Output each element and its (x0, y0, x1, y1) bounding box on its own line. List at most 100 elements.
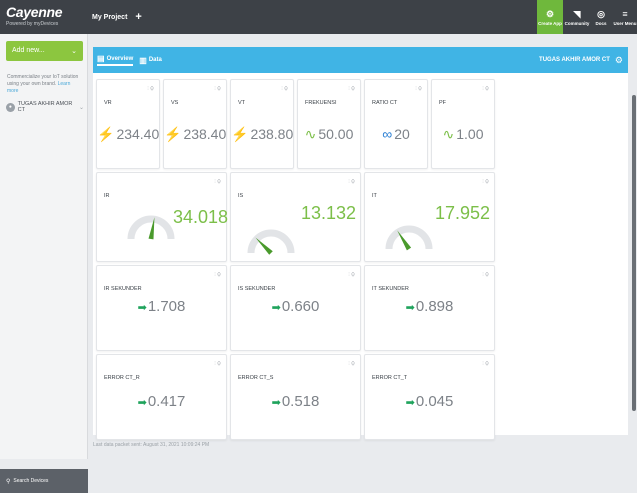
widget-tools[interactable]: ⫶ ⚙ (348, 272, 355, 278)
widget-is-sekunder[interactable]: ⫶ ⚙ IS SEKUNDER ➡0.660 (230, 265, 361, 351)
widget-tools[interactable]: ⫶ ⚙ (214, 361, 221, 367)
widget-error-ct-s[interactable]: ⫶ ⚙ ERROR CT_S ➡0.518 (230, 354, 361, 440)
widget-tools[interactable]: ⫶ ⚙ (348, 361, 355, 367)
widget-tools[interactable]: ⫶ ⚙ (214, 179, 221, 185)
widget-tools[interactable]: ⫶ ⚙ (214, 272, 221, 278)
widget-value: 238.80 (250, 126, 294, 142)
widget-label: IS SEKUNDER (238, 286, 276, 292)
widget-value-row: ➡0.518 (231, 393, 360, 410)
widget-pf[interactable]: ⫶ ⚙ PF ∿ 1.00 (431, 79, 495, 169)
widget-value: 0.417 (147, 393, 186, 410)
logo-name: Cayenne (6, 4, 63, 20)
gauge-needle (255, 237, 273, 255)
arrow-right-icon: ➡ (405, 397, 415, 409)
arrow-right-icon: ➡ (271, 397, 281, 409)
widget-label: VS (171, 100, 179, 106)
docs-button[interactable]: ◎ Docs (589, 0, 613, 34)
widget-ir-gauge[interactable]: ⫶ ⚙ IR 34.018 (96, 172, 228, 262)
top-right-menu: ⚙ Create App ◥ Community ◎ Docs ≡ User M… (537, 0, 637, 34)
arrow-right-icon: ➡ (405, 302, 415, 314)
widget-value-row: ⚡ 238.40 (164, 126, 226, 143)
device-name: TUGAS AKHIR AMOR CT (17, 101, 73, 113)
dashboard: ⫶ ⚙ VR ⚡ 234.40 ⫶ ⚙ VS ⚡ 238.40 ⫶ ⚙ VT ⚡ 23… (93, 73, 628, 440)
widget-label: IR (104, 193, 110, 199)
widget-label: IR SEKUNDER (104, 286, 142, 292)
gauge-needle (397, 230, 412, 251)
widget-value: 0.518 (281, 393, 320, 410)
widget-ratio-ct[interactable]: ⫶ ⚙ RATIO CT ∞ 20 (364, 79, 428, 169)
widget-value: 0.898 (415, 298, 454, 315)
top-bar: Cayenne Powered by myDevices My Project … (0, 0, 637, 34)
widget-it-sekunder[interactable]: ⫶ ⚙ IT SEKUNDER ➡0.898 (364, 265, 495, 351)
search-devices-bar[interactable]: ⚲ Search Devices (0, 469, 88, 493)
widget-tools[interactable]: ⫶ ⚙ (147, 86, 154, 92)
project-name[interactable]: My Project (92, 14, 127, 21)
gauge-value: 13.132 (301, 203, 357, 223)
widget-value-row: ∞ 20 (365, 126, 427, 142)
widget-tools[interactable]: ⫶ ⚙ (281, 86, 288, 92)
last-packet-status: Last data packet sent: August 31, 2021 1… (93, 442, 210, 448)
device-icon: ● (6, 102, 15, 112)
widget-error-ct-r[interactable]: ⫶ ⚙ ERROR CT_R ➡0.417 (96, 354, 227, 440)
widget-value-row: ➡1.708 (97, 298, 226, 315)
gauge-dial (385, 225, 433, 251)
sidebar: Add new... ⌄ Commercialize your IoT solu… (0, 34, 88, 493)
device-title: TUGAS AKHIR AMOR CT (539, 57, 610, 63)
widget-label: ERROR CT_R (104, 375, 140, 381)
tab-data[interactable]: ▥ Data (139, 56, 162, 65)
scrollbar[interactable] (632, 95, 636, 411)
widget-value: 1.708 (147, 298, 186, 315)
device-tab-bar: ▤ Overview ▥ Data TUGAS AKHIR AMOR CT ⚙ (93, 47, 628, 73)
add-new-button[interactable]: Add new... ⌄ (6, 41, 83, 61)
add-project-button[interactable]: + (135, 11, 141, 23)
project-selector[interactable]: My Project + (92, 0, 142, 34)
widget-label: IS (238, 193, 244, 199)
add-new-label: Add new... (12, 47, 45, 54)
community-button[interactable]: ◥ Community (565, 0, 590, 34)
tab-overview[interactable]: ▤ Overview (97, 54, 134, 66)
search-devices-label: Search Devices (13, 478, 49, 484)
widget-it-gauge[interactable]: ⫶ ⚙ IT 17.952 (364, 172, 495, 262)
widget-tools[interactable]: ⫶ ⚙ (415, 86, 422, 92)
widget-tools[interactable]: ⫶ ⚙ (348, 86, 355, 92)
widget-ir-sekunder[interactable]: ⫶ ⚙ IR SEKUNDER ➡1.708 (96, 265, 227, 351)
overview-icon: ▤ (97, 54, 105, 63)
widget-vt[interactable]: ⫶ ⚙ VT ⚡ 238.80 (230, 79, 294, 169)
widget-tools[interactable]: ⫶ ⚙ (482, 86, 489, 92)
arrow-right-icon: ➡ (137, 302, 147, 314)
gear-icon[interactable]: ⚙ (615, 55, 623, 66)
widget-value-row: ➡0.660 (231, 298, 360, 315)
widget-label: ERROR CT_T (372, 375, 408, 381)
widget-tools[interactable]: ⫶ ⚙ (482, 272, 489, 278)
widget-tools[interactable]: ⫶ ⚙ (482, 179, 489, 185)
user-menu-label: User Menu (613, 20, 637, 26)
widget-value-row: ⚡ 238.80 (231, 126, 293, 143)
widget-frekuensi[interactable]: ⫶ ⚙ FREKUENSI ∿ 50.00 (297, 79, 361, 169)
widget-tools[interactable]: ⫶ ⚙ (214, 86, 221, 92)
chevron-down-icon[interactable]: ⌄ (79, 104, 84, 111)
data-icon: ▥ (139, 55, 147, 65)
user-menu-button[interactable]: ≡ User Menu (613, 0, 637, 34)
chevron-down-icon: ⌄ (71, 48, 77, 55)
widget-value-row: ⚡ 234.40 (97, 126, 159, 143)
widget-vr[interactable]: ⫶ ⚙ VR ⚡ 234.40 (96, 79, 160, 169)
widget-value: 0.045 (415, 393, 454, 410)
widget-tools[interactable]: ⫶ ⚙ (348, 179, 355, 185)
widget-value: 50.00 (318, 126, 354, 142)
widget-tools[interactable]: ⫶ ⚙ (482, 361, 489, 367)
widget-vs[interactable]: ⫶ ⚙ VS ⚡ 238.40 (163, 79, 227, 169)
widget-value: 1.00 (456, 126, 484, 142)
widget-value: 238.40 (183, 126, 227, 142)
sidebar-item-device[interactable]: ● TUGAS AKHIR AMOR CT ⌄ (6, 99, 84, 115)
bolt-icon: ⚡ (97, 126, 115, 142)
docs-label: Docs (595, 20, 607, 26)
widget-value-row: ➡0.045 (365, 393, 494, 410)
cayenne-logo[interactable]: Cayenne Powered by myDevices (6, 5, 86, 31)
gauge-value: 17.952 (435, 203, 491, 223)
widget-is-gauge[interactable]: ⫶ ⚙ IS 13.132 (230, 172, 361, 262)
search-icon: ⚲ (6, 478, 11, 485)
widget-label: RATIO CT (372, 100, 398, 106)
widget-label: FREKUENSI (305, 100, 337, 106)
create-app-button[interactable]: ⚙ Create App (537, 0, 563, 34)
widget-error-ct-t[interactable]: ⫶ ⚙ ERROR CT_T ➡0.045 (364, 354, 495, 440)
